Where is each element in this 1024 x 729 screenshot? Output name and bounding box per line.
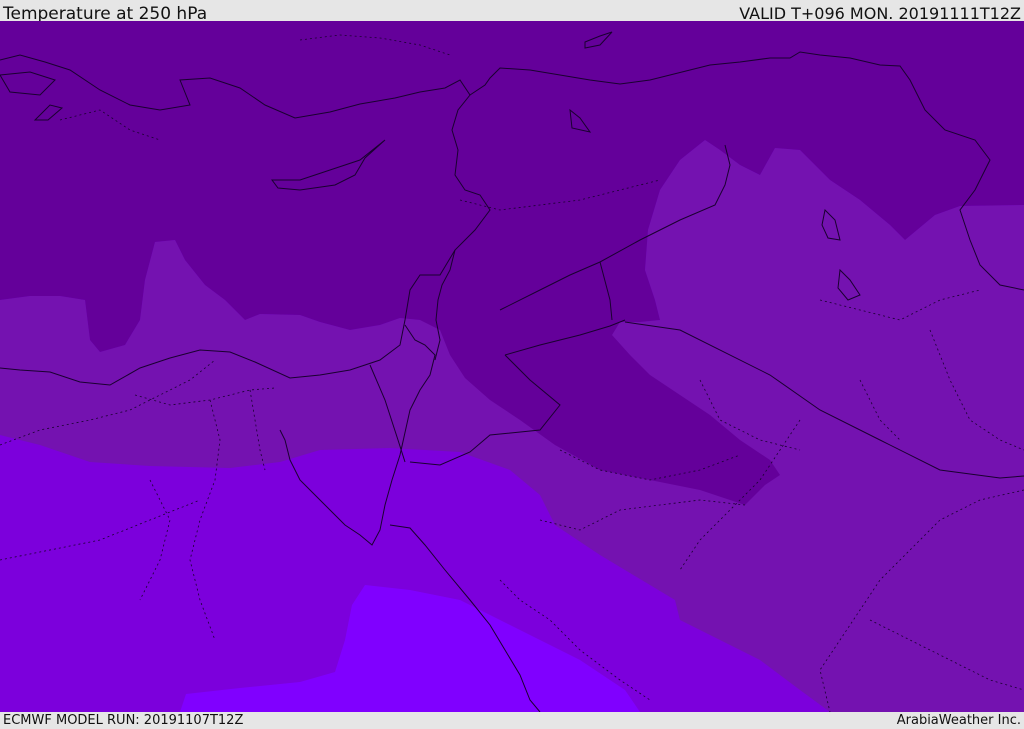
- temperature-map[interactable]: [0, 21, 1024, 712]
- map-panel[interactable]: [0, 21, 1024, 712]
- top-bar: Temperature at 250 hPa VALID T+096 MON. …: [0, 0, 1024, 24]
- model-run-label: ECMWF MODEL RUN: 20191107T12Z: [3, 713, 244, 728]
- brand-label: ArabiaWeather Inc.: [896, 713, 1021, 728]
- bottom-bar: ECMWF MODEL RUN: 20191107T12Z ArabiaWeat…: [0, 712, 1024, 729]
